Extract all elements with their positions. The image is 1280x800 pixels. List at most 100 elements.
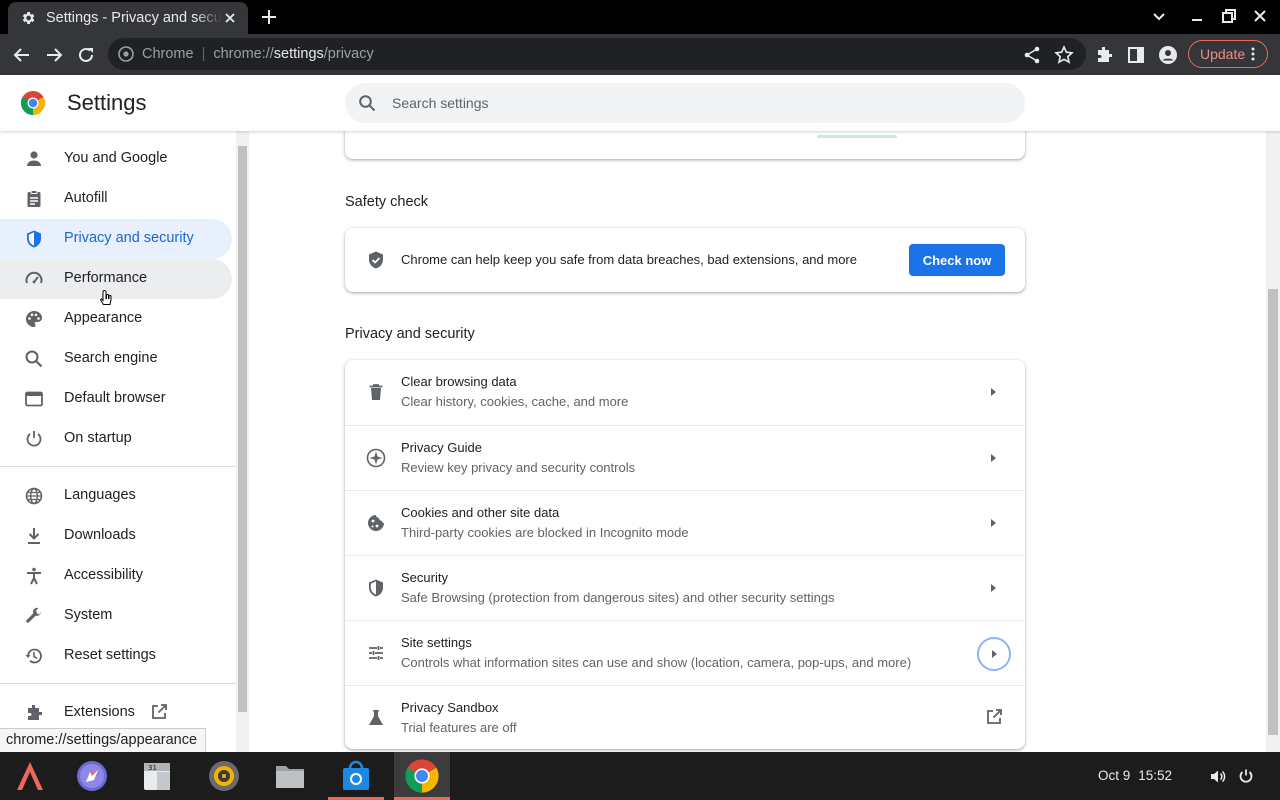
sidebar-item-extensions[interactable]: Extensions: [0, 693, 232, 733]
update-button[interactable]: Update: [1188, 40, 1268, 68]
safety-check-card: Chrome can help keep you safe from data …: [345, 228, 1025, 292]
profile-icon[interactable]: [1158, 45, 1178, 65]
sidebar-item-accessibility[interactable]: Accessibility: [0, 556, 232, 596]
arrow-right-icon: [991, 454, 996, 462]
sidebar-item-appearance[interactable]: Appearance: [0, 299, 232, 339]
row-privacy-guide[interactable]: Privacy Guide Review key privacy and sec…: [345, 425, 1025, 490]
open-in-new-icon: [152, 704, 167, 719]
search-settings-box[interactable]: [345, 83, 1025, 123]
tab-settings[interactable]: Settings - Privacy and security: [8, 2, 248, 34]
new-tab-icon[interactable]: [260, 8, 278, 26]
restore-icon[interactable]: [1221, 8, 1237, 24]
arrow-right-icon: [991, 584, 996, 592]
address-bar[interactable]: Chrome | chrome://settings/privacy: [108, 38, 1086, 70]
settings-header: Settings: [0, 75, 1280, 131]
share-icon[interactable]: [1022, 45, 1042, 65]
tab-strip: Settings - Privacy and security: [0, 0, 1280, 34]
tab-search-icon[interactable]: [1151, 8, 1167, 24]
sidebar-item-languages[interactable]: Languages: [0, 476, 232, 516]
row-title: Cookies and other site data: [401, 505, 560, 520]
row-title: Clear browsing data: [401, 374, 517, 389]
arrow-right-icon: [991, 519, 996, 527]
sidebar-item-search-engine[interactable]: Search engine: [0, 339, 232, 379]
web-browser-app-icon[interactable]: [74, 758, 110, 794]
os-taskbar: 31 Oct 9 15:52: [0, 752, 1280, 800]
sidebar-item-reset-settings[interactable]: Reset settings: [0, 636, 232, 676]
chrome-app-icon[interactable]: [404, 758, 440, 794]
url-host: settings: [273, 46, 324, 62]
row-subtitle: Review key privacy and security controls: [401, 460, 636, 475]
row-subtitle: Trial features are off: [401, 720, 517, 735]
sidebar-item-autofill[interactable]: Autofill: [0, 179, 232, 219]
files-app-icon[interactable]: [272, 758, 308, 794]
open-in-new-icon: [987, 709, 1002, 724]
minimize-icon[interactable]: [1189, 8, 1205, 24]
arrow-right-icon: [992, 650, 997, 658]
bookmark-star-icon[interactable]: [1054, 45, 1074, 65]
cookie-icon: [368, 515, 384, 531]
sidebar-item-label: Reset settings: [64, 647, 156, 663]
sidebar-scrollbar[interactable]: [236, 131, 249, 752]
row-title: Security: [401, 570, 448, 585]
row-cookies[interactable]: Cookies and other site data Third-party …: [345, 490, 1025, 555]
reload-icon[interactable]: [76, 45, 96, 65]
volume-icon[interactable]: [1209, 768, 1226, 785]
forward-icon[interactable]: [44, 45, 64, 65]
palette-icon: [26, 311, 42, 327]
url-scheme: chrome://: [213, 46, 274, 62]
sidebar-divider: [0, 466, 236, 467]
side-panel-icon[interactable]: [1126, 45, 1146, 65]
sidebar-item-default-browser[interactable]: Default browser: [0, 379, 232, 419]
clipboard-icon: [27, 190, 41, 207]
calendar-app-icon[interactable]: 31: [140, 758, 176, 794]
accessibility-icon: [27, 567, 41, 585]
row-subtitle: Third-party cookies are blocked in Incog…: [401, 525, 689, 540]
safety-check-heading: Safety check: [345, 194, 429, 210]
check-now-button[interactable]: Check now: [909, 244, 1005, 276]
url-path: /privacy: [323, 46, 374, 62]
svg-text:31: 31: [148, 764, 157, 772]
row-subtitle: Safe Browsing (protection from dangerous…: [401, 590, 835, 605]
music-player-icon[interactable]: [206, 758, 242, 794]
launcher-icon[interactable]: [12, 758, 48, 794]
sidebar-item-privacy-and-security[interactable]: Privacy and security: [0, 219, 232, 259]
trash-icon: [369, 384, 383, 400]
main-scroll-thumb[interactable]: [1268, 289, 1278, 735]
privacy-card: Clear browsing data Clear history, cooki…: [345, 360, 1025, 749]
sidebar-scroll-thumb[interactable]: [238, 146, 247, 712]
software-store-icon[interactable]: [338, 758, 374, 794]
close-icon[interactable]: [222, 10, 238, 26]
speedometer-icon: [25, 271, 43, 284]
extensions-icon[interactable]: [1094, 45, 1114, 65]
row-privacy-sandbox[interactable]: Privacy Sandbox Trial features are off: [345, 685, 1025, 750]
sidebar-item-on-startup[interactable]: On startup: [0, 419, 232, 459]
sidebar-item-label: You and Google: [64, 150, 168, 166]
back-icon[interactable]: [12, 45, 32, 65]
sidebar-item-you-and-google[interactable]: You and Google: [0, 139, 232, 179]
sliders-icon: [369, 646, 383, 660]
sidebar-item-downloads[interactable]: Downloads: [0, 516, 232, 556]
power-menu-icon[interactable]: [1238, 768, 1254, 784]
settings-sidebar: You and Google Autofill Privacy and secu…: [0, 131, 236, 752]
row-clear-browsing-data[interactable]: Clear browsing data Clear history, cooki…: [345, 360, 1025, 425]
tab-title: Settings - Privacy and security: [46, 10, 222, 26]
search-settings-input[interactable]: [392, 95, 952, 111]
system-clock[interactable]: Oct 9 15:52: [1098, 768, 1172, 783]
clock-time: 15:52: [1138, 768, 1173, 783]
shield-half-icon: [369, 579, 383, 597]
shield-check-icon: [369, 251, 383, 269]
flask-icon: [369, 710, 383, 725]
main-scrollbar[interactable]: [1266, 131, 1280, 752]
sidebar-item-label: Privacy and security: [64, 230, 194, 246]
row-title: Privacy Guide: [401, 440, 482, 455]
omnibox-separator: |: [201, 46, 206, 62]
menu-dots-icon: [1251, 47, 1255, 61]
sidebar-item-system[interactable]: System: [0, 596, 232, 636]
sidebar-item-performance[interactable]: Performance: [0, 259, 232, 299]
close-window-icon[interactable]: [1252, 8, 1268, 24]
row-site-settings[interactable]: Site settings Controls what information …: [345, 620, 1025, 685]
page-title: Settings: [67, 90, 147, 115]
row-security[interactable]: Security Safe Browsing (protection from …: [345, 555, 1025, 620]
chrome-icon: [118, 46, 134, 62]
site-settings-arrow-button[interactable]: [977, 637, 1011, 671]
